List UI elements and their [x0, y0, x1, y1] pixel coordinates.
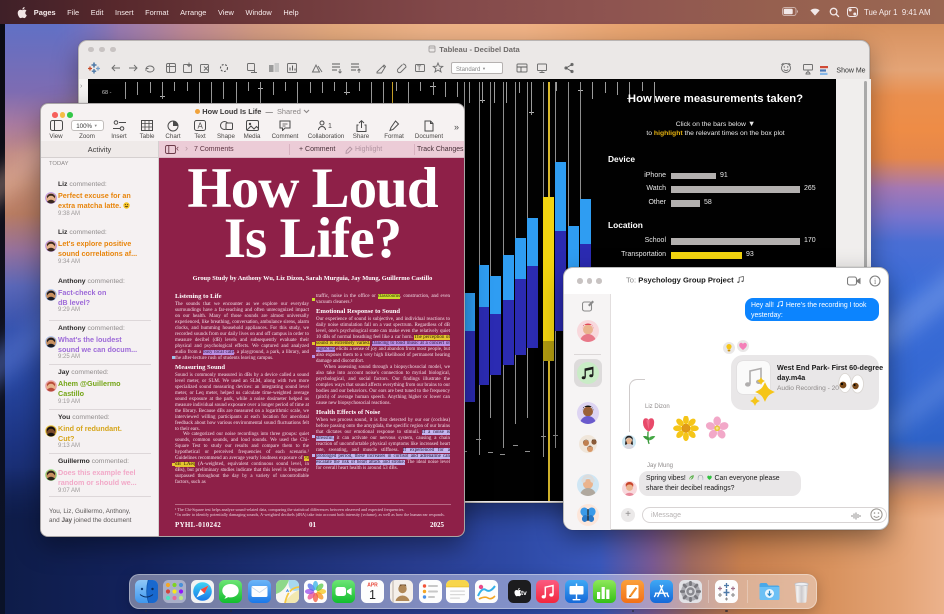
svg-text:T: T	[417, 65, 422, 72]
svg-text:i: i	[874, 276, 877, 285]
svg-text:A: A	[198, 122, 204, 131]
svg-text:tv: tv	[521, 590, 527, 597]
svg-text:1: 1	[369, 588, 376, 602]
svg-text:1: 1	[328, 123, 332, 130]
